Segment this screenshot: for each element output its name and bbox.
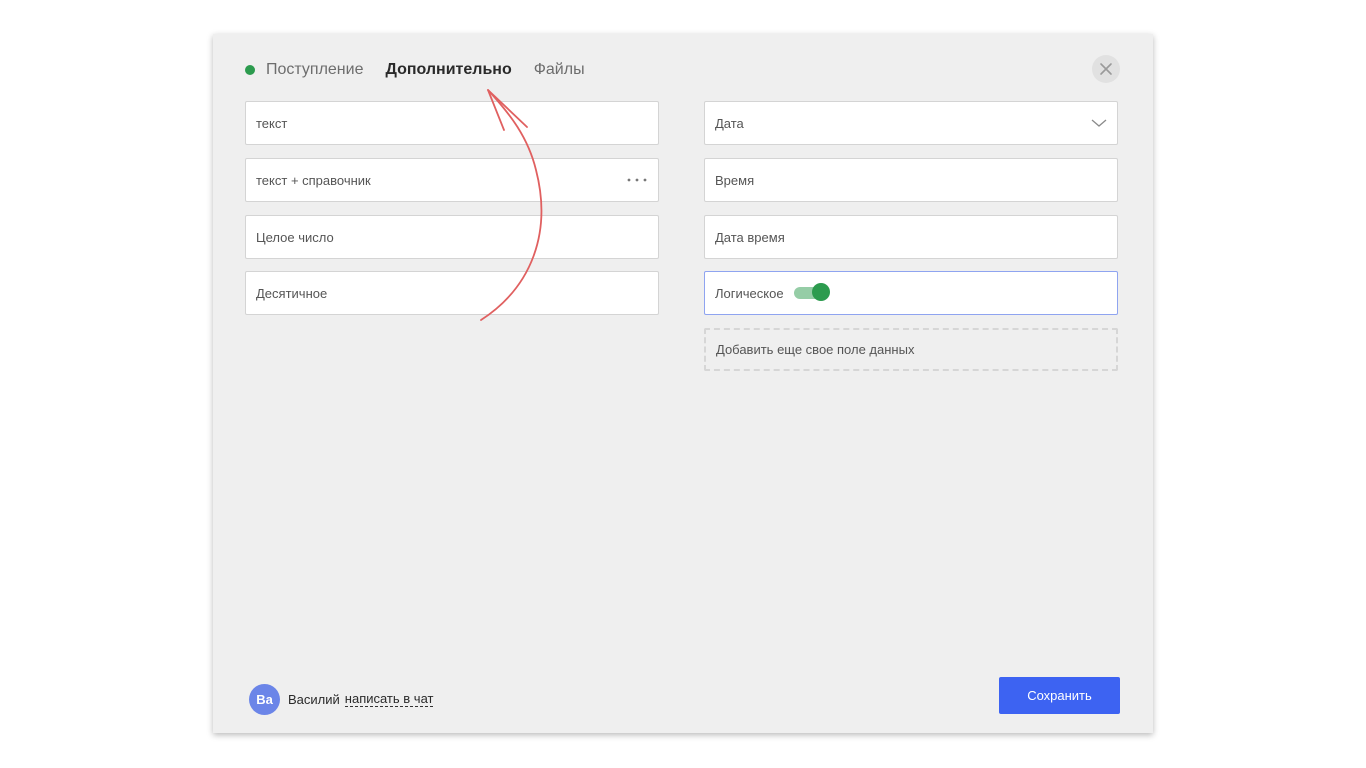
text-lookup-field-label: текст + справочник: [256, 172, 371, 188]
text-lookup-field[interactable]: текст + справочник: [245, 158, 659, 202]
datetime-field-label: Дата время: [715, 229, 785, 245]
decimal-field[interactable]: Десятичное: [245, 271, 659, 315]
add-custom-field-label: Добавить еще свое поле данных: [716, 342, 915, 357]
more-dots-icon[interactable]: [626, 177, 648, 183]
close-icon: [1100, 63, 1112, 75]
date-select[interactable]: Дата: [704, 101, 1118, 145]
time-field-label: Время: [715, 172, 755, 188]
time-field[interactable]: Время: [704, 158, 1118, 202]
text-field[interactable]: текст: [245, 101, 659, 145]
boolean-field-label: Логическое: [715, 285, 784, 301]
text-field-label: текст: [256, 115, 288, 131]
boolean-toggle[interactable]: [793, 283, 830, 301]
status-dot: [245, 65, 255, 75]
tab-incoming[interactable]: Поступление: [266, 61, 363, 79]
close-button[interactable]: [1092, 55, 1120, 83]
save-button[interactable]: Сохранить: [999, 677, 1120, 714]
edit-modal: Поступление Дополнительно Файлы текст те…: [213, 34, 1153, 733]
integer-field-label: Целое число: [256, 229, 334, 245]
avatar: Ва: [249, 684, 280, 715]
boolean-field[interactable]: Логическое: [704, 271, 1118, 315]
footer-user: Ва Василий написать в чат: [249, 684, 434, 715]
tab-files[interactable]: Файлы: [534, 61, 585, 79]
tab-bar: Поступление Дополнительно Файлы: [245, 58, 607, 82]
toggle-knob: [811, 283, 830, 301]
datetime-field[interactable]: Дата время: [704, 215, 1118, 259]
chevron-down-icon: [1091, 118, 1107, 128]
decimal-field-label: Десятичное: [256, 285, 328, 301]
chat-link[interactable]: написать в чат: [344, 692, 434, 707]
date-select-label: Дата: [715, 115, 744, 131]
add-custom-field-button[interactable]: Добавить еще свое поле данных: [704, 328, 1118, 371]
integer-field[interactable]: Целое число: [245, 215, 659, 259]
tab-additional[interactable]: Дополнительно: [385, 61, 511, 79]
user-name: Василий: [288, 692, 340, 707]
